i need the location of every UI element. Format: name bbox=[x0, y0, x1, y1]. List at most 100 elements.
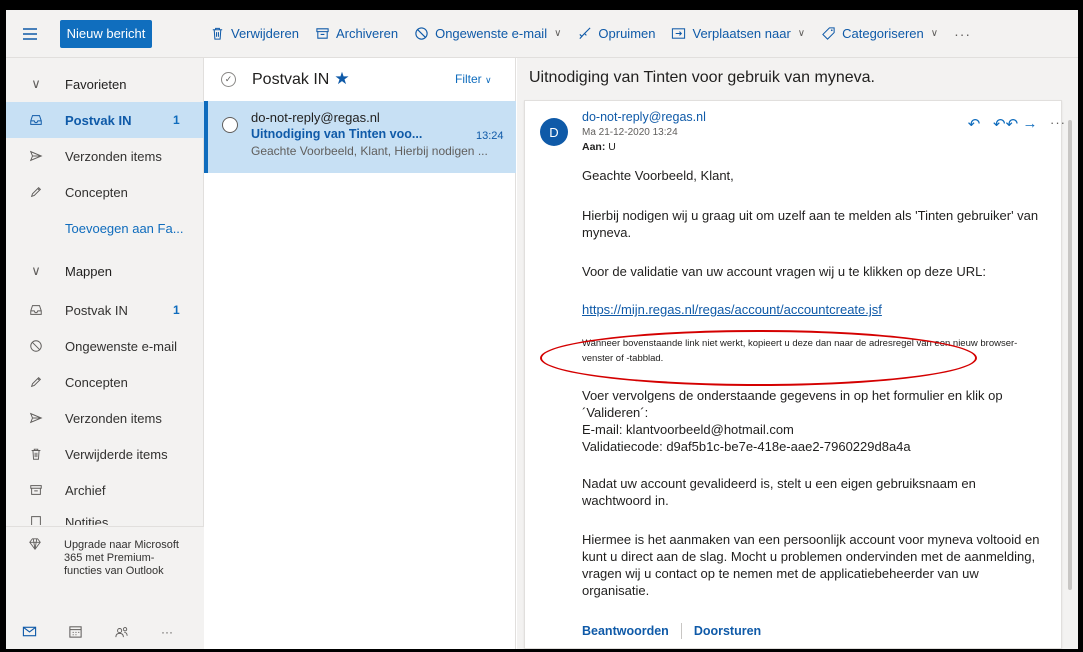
list-item[interactable]: do-not-reply@regas.nl Uitnodiging van Ti… bbox=[204, 101, 516, 173]
chevron-down-icon: ∨ bbox=[485, 75, 492, 85]
trash-icon bbox=[28, 446, 44, 462]
message-time: 13:24 bbox=[476, 130, 504, 142]
select-all-checkbox[interactable]: ✓ bbox=[221, 72, 236, 87]
reply-icon[interactable]: ↶ bbox=[965, 115, 983, 133]
red-annotation-ellipse bbox=[540, 330, 977, 386]
sidebar-item-inbox[interactable]: Postvak IN 1 bbox=[6, 292, 204, 328]
sidebar-item-notes[interactable]: Notities bbox=[6, 505, 204, 525]
body-link-paragraph: https://mijn.regas.nl/regas/account/acco… bbox=[582, 301, 1042, 318]
junk-button[interactable]: Ongewenste e-mail ∨ bbox=[414, 26, 561, 41]
sidebar-item-sent[interactable]: Verzonden items bbox=[6, 400, 204, 436]
sidebar-item-deleted[interactable]: Verwijderde items bbox=[6, 436, 204, 472]
filter-button[interactable]: Filter ∨ bbox=[455, 72, 492, 86]
calendar-icon[interactable] bbox=[52, 624, 98, 639]
trash-icon bbox=[212, 27, 223, 40]
chevron-down-icon: ∨ bbox=[31, 263, 41, 278]
inbox-icon bbox=[28, 112, 44, 128]
to-value: U bbox=[608, 141, 616, 153]
message-subject: Uitnodiging van Tinten voo... bbox=[251, 127, 423, 141]
more-apps-icon[interactable]: ··· bbox=[144, 625, 190, 639]
sweep-label: Opruimen bbox=[598, 26, 656, 41]
email-line: E-mail: klantvoorbeeld@hotmail.com bbox=[582, 422, 794, 437]
chevron-down-icon: ∨ bbox=[797, 28, 806, 39]
to-label: Aan: bbox=[582, 141, 606, 153]
send-icon bbox=[28, 148, 44, 164]
recipient-line: Aan: U bbox=[582, 141, 616, 153]
tag-icon bbox=[822, 27, 835, 40]
email-date: Ma 21-12-2020 13:24 bbox=[582, 127, 678, 138]
note-icon bbox=[28, 513, 44, 525]
divider bbox=[680, 623, 682, 639]
sidebar-item-favorite-sent[interactable]: Verzonden items bbox=[6, 138, 204, 174]
scrollbar-thumb[interactable] bbox=[1068, 120, 1072, 590]
mail-icon[interactable] bbox=[6, 624, 52, 639]
new-message-button[interactable]: Nieuw bericht bbox=[60, 19, 152, 48]
sender-address[interactable]: do-not-reply@regas.nl bbox=[582, 110, 706, 124]
folders-header[interactable]: ∨ Mappen bbox=[6, 253, 204, 289]
upgrade-text: Upgrade naar Microsoft 365 met Premium-f… bbox=[64, 539, 179, 577]
favorites-header[interactable]: ∨ Favorieten bbox=[6, 66, 204, 102]
archive-icon bbox=[28, 482, 44, 498]
command-bar: Nieuw bericht Verwijderen Archiveren Ong… bbox=[6, 10, 1078, 58]
forward-button[interactable]: Doorsturen bbox=[694, 624, 761, 638]
junk-label: Ongewenste e-mail bbox=[435, 26, 548, 41]
body-paragraph: Hiermee is het aanmaken van een persoonl… bbox=[582, 532, 1040, 598]
add-favorite-link[interactable]: Toevoegen aan Fa... bbox=[6, 210, 204, 246]
upgrade-banner[interactable]: Upgrade naar Microsoft 365 met Premium-f… bbox=[6, 526, 204, 614]
more-options-icon[interactable]: ··· bbox=[1049, 115, 1067, 133]
people-icon[interactable] bbox=[98, 624, 144, 639]
diamond-icon bbox=[28, 537, 42, 551]
greeting: Geachte Voorbeeld, Klant, bbox=[582, 168, 734, 183]
sidebar-item-junk[interactable]: Ongewenste e-mail bbox=[6, 328, 204, 364]
body-paragraph: Nadat uw account gevalideerd is, stelt u… bbox=[582, 476, 976, 508]
move-to-button[interactable]: Verplaatsen naar ∨ bbox=[671, 26, 805, 41]
filter-label: Filter bbox=[455, 72, 482, 86]
categorize-button[interactable]: Categoriseren ∨ bbox=[821, 26, 938, 41]
validation-code-line: Validatiecode: d9af5b1c-be7e-418e-aae2-7… bbox=[582, 439, 911, 454]
block-icon bbox=[28, 338, 44, 354]
validation-link[interactable]: https://mijn.regas.nl/regas/account/acco… bbox=[582, 302, 882, 317]
move-to-label: Verplaatsen naar bbox=[692, 26, 791, 41]
avatar[interactable]: D bbox=[540, 118, 568, 146]
folder-title-text: Postvak IN bbox=[252, 71, 330, 88]
reply-bar: Beantwoorden Doorsturen bbox=[582, 623, 761, 639]
delete-button[interactable]: Verwijderen bbox=[210, 26, 299, 41]
block-icon bbox=[415, 27, 428, 40]
message-list-header: ✓ Postvak IN ★ Filter ∨ bbox=[204, 58, 516, 100]
outlook-window: Nieuw bericht Verwijderen Archiveren Ong… bbox=[6, 10, 1078, 649]
select-message-checkbox[interactable] bbox=[222, 117, 238, 133]
email-actions: ↶ ↶↶ → ··· bbox=[965, 115, 1067, 133]
reading-pane-scrollbar[interactable] bbox=[1067, 108, 1073, 633]
hamburger-menu-icon[interactable] bbox=[6, 10, 54, 58]
reading-pane: Uitnodiging van Tinten voor gebruik van … bbox=[517, 58, 1078, 649]
message-list: ✓ Postvak IN ★ Filter ∨ do-not-reply@rega… bbox=[204, 58, 516, 649]
sweep-button[interactable]: Opruimen bbox=[577, 26, 655, 41]
chevron-down-icon: ∨ bbox=[930, 28, 939, 39]
reply-all-icon[interactable]: ↶↶ bbox=[993, 115, 1018, 133]
folder-pane: ∨ Favorieten Postvak IN 1 Verzonden item… bbox=[6, 58, 204, 649]
archive-icon bbox=[316, 28, 329, 39]
sidebar-item-drafts[interactable]: Concepten bbox=[6, 364, 204, 400]
forward-icon[interactable]: → bbox=[1021, 115, 1039, 133]
unread-count: 1 bbox=[173, 113, 180, 127]
pencil-icon bbox=[28, 374, 44, 390]
pencil-icon bbox=[28, 184, 44, 200]
more-options-icon[interactable]: ··· bbox=[954, 26, 971, 42]
sidebar-item-archive[interactable]: Archief bbox=[6, 472, 204, 508]
sidebar-item-favorite-drafts[interactable]: Concepten bbox=[6, 174, 204, 210]
categorize-label: Categoriseren bbox=[842, 26, 924, 41]
archive-label: Archiveren bbox=[335, 26, 399, 41]
app-switcher-bar: ··· bbox=[6, 614, 204, 649]
folder-title: Postvak IN ★ bbox=[252, 69, 350, 89]
sidebar-item-favorite-inbox[interactable]: Postvak IN 1 bbox=[6, 102, 204, 138]
star-icon[interactable]: ★ bbox=[334, 69, 349, 88]
archive-button[interactable]: Archiveren bbox=[315, 26, 398, 41]
move-folder-icon bbox=[672, 28, 686, 39]
message-preview: Geachte Voorbeeld, Klant, Hierbij nodige… bbox=[251, 144, 488, 158]
delete-label: Verwijderen bbox=[231, 26, 299, 41]
send-icon bbox=[28, 410, 44, 426]
inbox-icon bbox=[28, 302, 44, 318]
message-sender: do-not-reply@regas.nl bbox=[251, 110, 380, 125]
reply-button[interactable]: Beantwoorden bbox=[582, 624, 669, 638]
unread-count: 1 bbox=[173, 303, 180, 317]
